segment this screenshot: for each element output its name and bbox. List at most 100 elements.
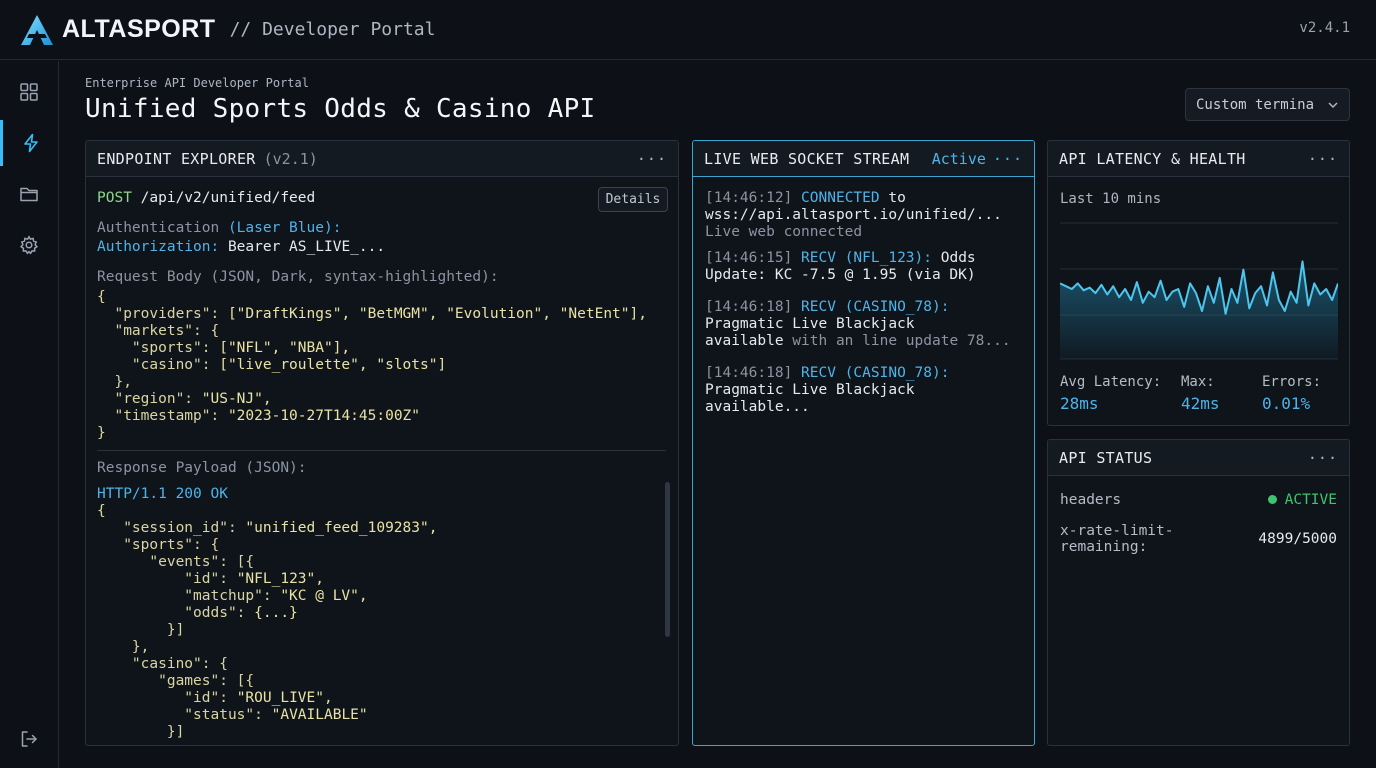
request-body-code: { "providers": ["DraftKings", "BetMGM", …	[97, 289, 647, 442]
code-value: "US-NJ",	[201, 391, 272, 407]
code-key: "region":	[97, 391, 202, 407]
auth-label: Authentication	[97, 220, 220, 236]
code-value: ["live_roulette", "slots"]	[219, 357, 447, 373]
stream-status: Active	[931, 149, 986, 168]
auth-note: (Laser Blue):	[227, 220, 342, 236]
code-line: }]	[97, 622, 437, 639]
code-value: ["NFL", "NBA"],	[219, 340, 351, 356]
code-key: "providers":	[97, 306, 228, 322]
sidebar-item-settings[interactable]	[0, 222, 58, 268]
code-key: "id":	[97, 571, 237, 587]
latency-area	[1060, 261, 1338, 359]
sidebar-item-files[interactable]	[0, 171, 58, 217]
page-header: Enterprise API Developer Portal Unified …	[85, 76, 596, 124]
status-badge: ACTIVE	[1267, 492, 1337, 508]
grid-icon	[20, 83, 38, 101]
log-text: available	[705, 333, 784, 349]
log-tag: RECV (CASINO_78):	[801, 299, 950, 315]
log-time: [14:46:15]	[705, 250, 793, 266]
websocket-stream-panel: LIVE WEB SOCKET STREAM Active ··· [14:46…	[692, 140, 1035, 746]
scrollbar[interactable]	[665, 482, 670, 637]
sidebar-item-logout[interactable]	[0, 716, 58, 762]
panel-header: LIVE WEB SOCKET STREAM Active ···	[693, 141, 1034, 177]
details-button[interactable]: Details	[598, 187, 668, 212]
code-key: "matchup":	[97, 588, 281, 604]
log-text: Update: KC -7.5 @ 1.95 (via DK)	[705, 267, 976, 283]
rate-limit-row: x-rate-limit-remaining: 4899/5000	[1060, 523, 1337, 555]
panel-header: ENDPOINT EXPLORER (v2.1) ···	[86, 141, 678, 177]
more-icon[interactable]: ···	[637, 150, 667, 168]
code-line: },	[97, 639, 437, 656]
log-time: [14:46:18]	[705, 365, 793, 381]
code-key: "status":	[97, 707, 272, 723]
code-value: {...}	[254, 605, 298, 621]
endpoint-path: /api/v2/unified/feed	[140, 190, 316, 206]
code-key: "timestamp":	[97, 408, 228, 424]
code-key: }]	[97, 724, 185, 740]
stat-value: 28ms	[1060, 394, 1099, 413]
environment-dropdown[interactable]: Custom termina	[1185, 88, 1350, 121]
code-line: "markets": {	[97, 323, 647, 340]
code-key: "events": [{	[97, 554, 255, 570]
code-line: "status": "AVAILABLE"	[97, 707, 437, 724]
auth-label-line: Authentication (Laser Blue):	[97, 220, 341, 237]
panel-title: API LATENCY & HEALTH	[1059, 149, 1246, 168]
code-line: "session_id": "unified_feed_109283",	[97, 520, 437, 537]
panel-title: ENDPOINT EXPLORER	[97, 149, 256, 168]
code-line: "games": [{	[97, 673, 437, 690]
page-title: Unified Sports Odds & Casino API	[85, 94, 596, 124]
avg-latency-stat: Avg Latency: 28ms	[1060, 374, 1161, 413]
stat-label: Avg Latency:	[1060, 374, 1162, 390]
panel-version: (v2.1)	[263, 149, 318, 168]
log-entry: [14:46:15] RECV (NFL_123): Odds Update: …	[705, 250, 1026, 284]
log-entry: [14:46:12] CONNECTED to wss://api.altasp…	[705, 190, 1026, 241]
panel-title: LIVE WEB SOCKET STREAM	[704, 149, 910, 168]
log-tag: RECV (CASINO_78):	[801, 365, 950, 381]
code-line: },	[97, 374, 647, 391]
code-key: }]	[97, 622, 185, 638]
code-line: }]	[97, 724, 437, 741]
stream-log: [14:46:12] CONNECTED to wss://api.altasp…	[705, 190, 1026, 416]
panel-title: API STATUS	[1059, 448, 1153, 467]
chevron-down-icon	[1328, 101, 1338, 108]
portal-subtitle: // Developer Portal	[229, 19, 436, 40]
log-text: Live web connected	[705, 224, 863, 240]
request-line: POST /api/v2/unified/feed	[97, 190, 315, 207]
more-icon[interactable]: ···	[1308, 449, 1338, 467]
stat-value: 0.01%	[1262, 394, 1311, 413]
code-line: "providers": ["DraftKings", "BetMGM", "E…	[97, 306, 647, 323]
top-bar: ALTASPORT // Developer Portal v2.4.1	[0, 0, 1376, 60]
code-value: "KC @ LV",	[280, 588, 368, 604]
log-tag: CONNECTED	[801, 190, 880, 206]
brand[interactable]: ALTASPORT // Developer Portal	[20, 14, 435, 46]
headers-label: headers	[1060, 492, 1122, 508]
latency-chart	[1060, 222, 1338, 360]
code-value: "unified_feed_109283",	[245, 520, 438, 536]
stat-label: Errors:	[1262, 374, 1322, 390]
log-text: Odds	[932, 250, 976, 266]
more-icon[interactable]: ···	[993, 150, 1023, 168]
http-method: POST	[97, 190, 132, 206]
gear-icon	[19, 235, 39, 255]
status-headers-row: headers ACTIVE	[1060, 492, 1337, 508]
stat-label: Max:	[1181, 374, 1215, 390]
sidebar-item-api[interactable]	[0, 120, 58, 166]
code-line: "events": [{	[97, 554, 437, 571]
log-time: [14:46:12]	[705, 190, 793, 206]
code-line: }	[97, 425, 647, 442]
status-dot-icon	[1267, 495, 1277, 504]
code-key: "games": [{	[97, 673, 255, 689]
code-line: "id": "ROU_LIVE",	[97, 690, 437, 707]
errors-stat: Errors: 0.01%	[1262, 374, 1321, 413]
response-status: HTTP/1.1 200 OK	[97, 486, 228, 502]
code-key: "session_id":	[97, 520, 246, 536]
more-icon[interactable]: ···	[1308, 150, 1338, 168]
max-latency-stat: Max: 42ms	[1181, 374, 1220, 413]
code-line: "sports": {	[97, 537, 437, 554]
log-text: with an line update 78...	[783, 333, 1011, 349]
code-line: "casino": {	[97, 656, 437, 673]
logout-icon	[21, 731, 37, 747]
rate-limit-value: 4899/5000	[1258, 531, 1337, 547]
sidebar-item-dashboard[interactable]	[0, 69, 58, 115]
time-range-label: Last 10 mins	[1060, 191, 1162, 207]
